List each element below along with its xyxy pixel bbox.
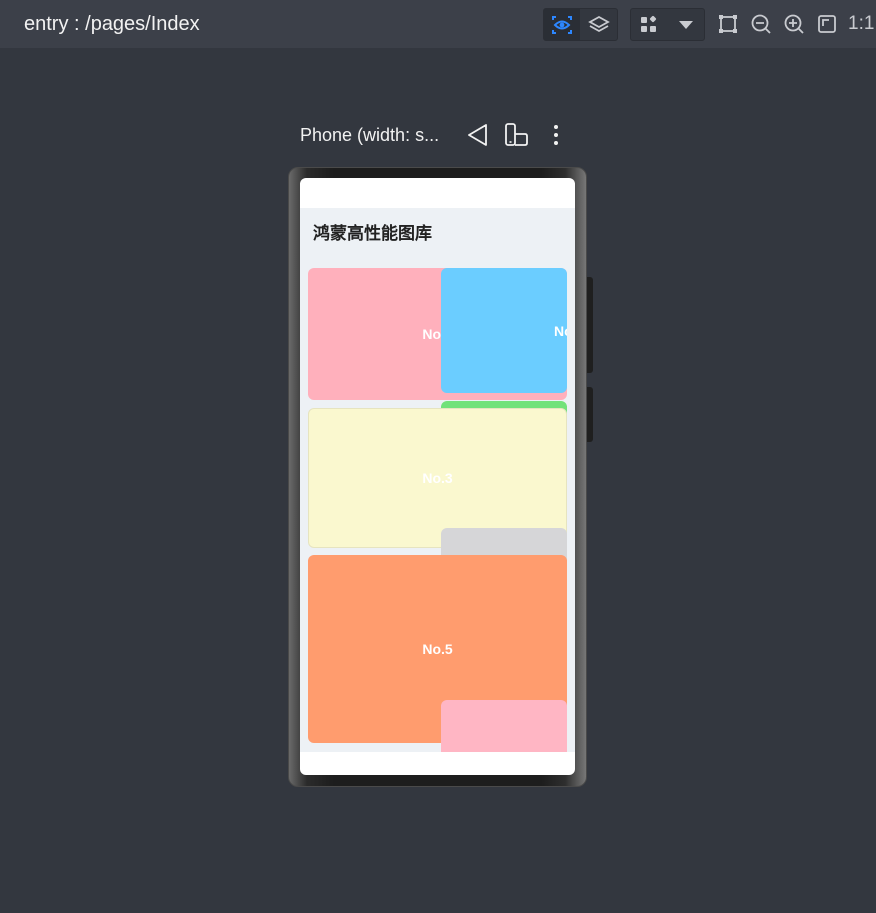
layers-icon [588,15,610,32]
zoom-out-button[interactable] [749,12,773,36]
page-title: 鸿蒙高性能图库 [313,224,432,243]
fold-device-icon [505,123,528,146]
gallery-card-2[interactable]: No.2 [441,268,567,393]
more-vertical-icon [554,125,558,145]
card-label: No.5 [422,641,453,657]
layers-button[interactable] [581,9,617,40]
crop-frame-button[interactable] [716,12,740,36]
fold-device-button[interactable] [503,122,529,148]
fit-screen-icon [818,15,836,33]
gallery-card-pink[interactable] [441,700,567,752]
dropdown-arrow-icon [679,20,693,29]
zoom-in-button[interactable] [782,12,806,36]
more-options-button[interactable] [543,122,569,148]
grid-widgets-icon [641,15,657,32]
page-route-label: entry : /pages/Index [24,13,200,35]
volume-button [587,277,593,373]
actual-size-button[interactable]: 1:1 [848,12,874,36]
phone-screen: 鸿蒙高性能图库 No.1 No.2 No.3 No.5 [300,178,575,775]
gallery-card-3[interactable]: No.3 [308,408,567,548]
power-button [587,387,593,442]
inspect-eye-icon [552,15,572,34]
zoom-out-icon [751,14,771,34]
widgets-button[interactable] [631,9,667,40]
rotate-icon [468,124,487,146]
card-label: No.3 [422,470,453,486]
widget-dropdown-group [630,8,705,41]
app-content: 鸿蒙高性能图库 No.1 No.2 No.3 No.5 [300,208,575,752]
previewer-toolbar: entry : /pages/Index 1:1 [0,0,876,48]
rotate-button[interactable] [465,122,491,148]
zoom-in-icon [784,14,804,34]
device-name-label[interactable]: Phone (width: s... [300,124,439,146]
card-label: No.2 [554,322,567,339]
fit-screen-button[interactable] [815,12,839,36]
widgets-dropdown-button[interactable] [668,9,704,40]
inspector-toggle-group [543,8,618,41]
inspect-button[interactable] [544,9,580,40]
crop-frame-icon [719,15,737,33]
